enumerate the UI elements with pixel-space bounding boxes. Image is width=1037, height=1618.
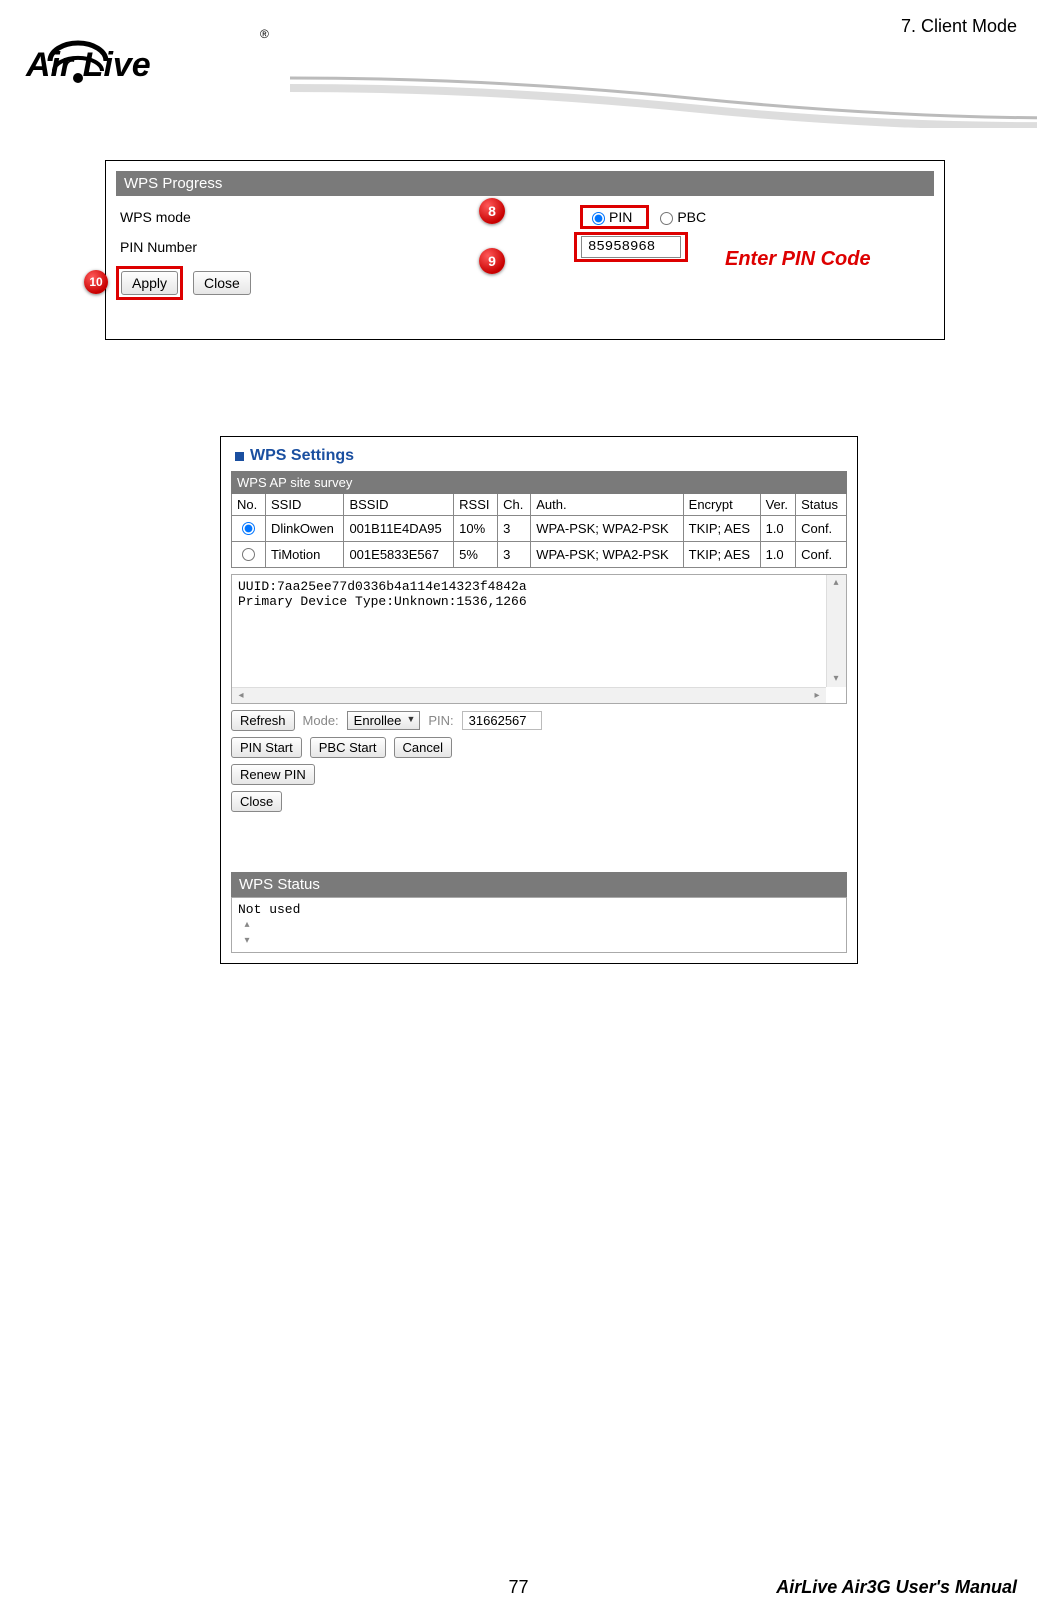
cell-ssid: DlinkOwen bbox=[265, 516, 343, 542]
pin-number-label: PIN Number bbox=[116, 239, 456, 255]
pbc-radio-label: PBC bbox=[677, 209, 706, 225]
manual-title: AirLive Air3G User's Manual bbox=[776, 1577, 1017, 1598]
close-button-2[interactable]: Close bbox=[231, 791, 282, 812]
pin-radio-label: PIN bbox=[609, 209, 632, 225]
col-auth: Auth. bbox=[531, 494, 683, 516]
cell-bssid: 001E5833E567 bbox=[344, 542, 454, 568]
wps-status-box: Not used ▴ ▾ ◂ ▸ bbox=[231, 897, 847, 953]
cell-encrypt: TKIP; AES bbox=[683, 542, 760, 568]
survey-columns: No. SSID BSSID RSSI Ch. Auth. Encrypt Ve… bbox=[232, 494, 847, 516]
cell-ver: 1.0 bbox=[760, 542, 796, 568]
ap-site-survey-table: WPS AP site survey No. SSID BSSID RSSI C… bbox=[231, 471, 847, 568]
wps-progress-title: WPS Progress bbox=[116, 171, 934, 196]
cell-auth: WPA-PSK; WPA2-PSK bbox=[531, 516, 683, 542]
cancel-button[interactable]: Cancel bbox=[394, 737, 452, 758]
pin-start-button[interactable]: PIN Start bbox=[231, 737, 302, 758]
pbc-start-button[interactable]: PBC Start bbox=[310, 737, 386, 758]
wps-status-text: Not used bbox=[238, 902, 840, 917]
horizontal-scrollbar[interactable]: ◂ ▸ bbox=[232, 687, 826, 703]
apply-button[interactable]: Apply bbox=[121, 271, 178, 295]
device-type-line: Primary Device Type:Unknown:1536,1266 bbox=[238, 594, 840, 609]
row-select-radio[interactable] bbox=[242, 522, 255, 535]
table-row[interactable]: DlinkOwen 001B11E4DA95 10% 3 WPA-PSK; WP… bbox=[232, 516, 847, 542]
cell-bssid: 001B11E4DA95 bbox=[344, 516, 454, 542]
cell-ch: 3 bbox=[498, 542, 531, 568]
airlive-logo: Air Live ® bbox=[20, 16, 280, 86]
apply-highlight: Apply bbox=[116, 266, 183, 300]
scroll-down-icon[interactable]: ▾ bbox=[827, 671, 845, 687]
callout-10: 10 bbox=[84, 270, 108, 294]
cell-rssi: 10% bbox=[454, 516, 498, 542]
vertical-scrollbar[interactable]: ▴ ▾ bbox=[826, 575, 846, 687]
col-ssid: SSID bbox=[265, 494, 343, 516]
cell-auth: WPA-PSK; WPA2-PSK bbox=[531, 542, 683, 568]
pin-radio-input[interactable] bbox=[592, 212, 605, 225]
col-ch: Ch. bbox=[498, 494, 531, 516]
cell-encrypt: TKIP; AES bbox=[683, 516, 760, 542]
col-bssid: BSSID bbox=[344, 494, 454, 516]
cell-status: Conf. bbox=[796, 542, 847, 568]
svg-text:Air Live: Air Live bbox=[25, 46, 151, 84]
mode-label: Mode: bbox=[303, 713, 339, 728]
col-rssi: RSSI bbox=[454, 494, 498, 516]
wps-settings-title-text: WPS Settings bbox=[250, 447, 354, 465]
horizontal-scrollbar[interactable]: ◂ ▸ bbox=[238, 949, 840, 953]
cell-status: Conf. bbox=[796, 516, 847, 542]
pbc-radio-input[interactable] bbox=[660, 212, 673, 225]
col-encrypt: Encrypt bbox=[683, 494, 760, 516]
scroll-right-icon[interactable]: ▸ bbox=[808, 688, 826, 704]
col-ver: Ver. bbox=[760, 494, 796, 516]
cell-ch: 3 bbox=[498, 516, 531, 542]
cell-ver: 1.0 bbox=[760, 516, 796, 542]
pin-label: PIN: bbox=[428, 713, 453, 728]
wps-mode-label: WPS mode bbox=[116, 209, 456, 225]
wps-status-title: WPS Status bbox=[231, 872, 847, 897]
cell-rssi: 5% bbox=[454, 542, 498, 568]
pin-number-input[interactable]: 85958968 bbox=[581, 236, 681, 258]
cell-ssid: TiMotion bbox=[265, 542, 343, 568]
scroll-left-icon[interactable]: ◂ bbox=[238, 949, 256, 953]
svg-text:®: ® bbox=[260, 27, 269, 41]
wps-settings-title: WPS Settings bbox=[231, 447, 847, 465]
pin-readonly: 31662567 bbox=[462, 711, 542, 730]
scroll-up-icon[interactable]: ▴ bbox=[238, 917, 256, 933]
row-select-radio[interactable] bbox=[242, 548, 255, 561]
refresh-button[interactable]: Refresh bbox=[231, 710, 295, 731]
callout-8: 8 bbox=[479, 198, 505, 224]
close-button[interactable]: Close bbox=[193, 271, 251, 295]
mode-select[interactable]: Enrollee bbox=[347, 711, 421, 730]
scroll-up-icon[interactable]: ▴ bbox=[827, 575, 845, 591]
pin-input-highlight: 85958968 bbox=[574, 232, 688, 262]
bullet-icon bbox=[235, 452, 244, 461]
scroll-down-icon[interactable]: ▾ bbox=[238, 933, 256, 949]
callout-9: 9 bbox=[479, 248, 505, 274]
chapter-title: 7. Client Mode bbox=[901, 16, 1017, 37]
pin-radio-highlight: PIN bbox=[580, 205, 649, 229]
wps-settings-panel: WPS Settings WPS AP site survey No. SSID… bbox=[220, 436, 858, 964]
uuid-info-box: UUID:7aa25ee77d0336b4a114e14323f4842a Pr… bbox=[231, 574, 847, 704]
table-row[interactable]: TiMotion 001E5833E567 5% 3 WPA-PSK; WPA2… bbox=[232, 542, 847, 568]
col-no: No. bbox=[232, 494, 266, 516]
uuid-line: UUID:7aa25ee77d0336b4a114e14323f4842a bbox=[238, 579, 840, 594]
pin-radio[interactable]: PIN bbox=[587, 209, 632, 225]
enter-pin-annotation: Enter PIN Code bbox=[725, 248, 871, 271]
col-status: Status bbox=[796, 494, 847, 516]
vertical-scrollbar[interactable]: ▴ ▾ bbox=[238, 917, 840, 949]
renew-pin-button[interactable]: Renew PIN bbox=[231, 764, 315, 785]
survey-header: WPS AP site survey bbox=[232, 472, 847, 494]
scroll-left-icon[interactable]: ◂ bbox=[232, 688, 250, 704]
pbc-radio[interactable]: PBC bbox=[655, 209, 706, 225]
header-underline bbox=[290, 68, 1037, 128]
